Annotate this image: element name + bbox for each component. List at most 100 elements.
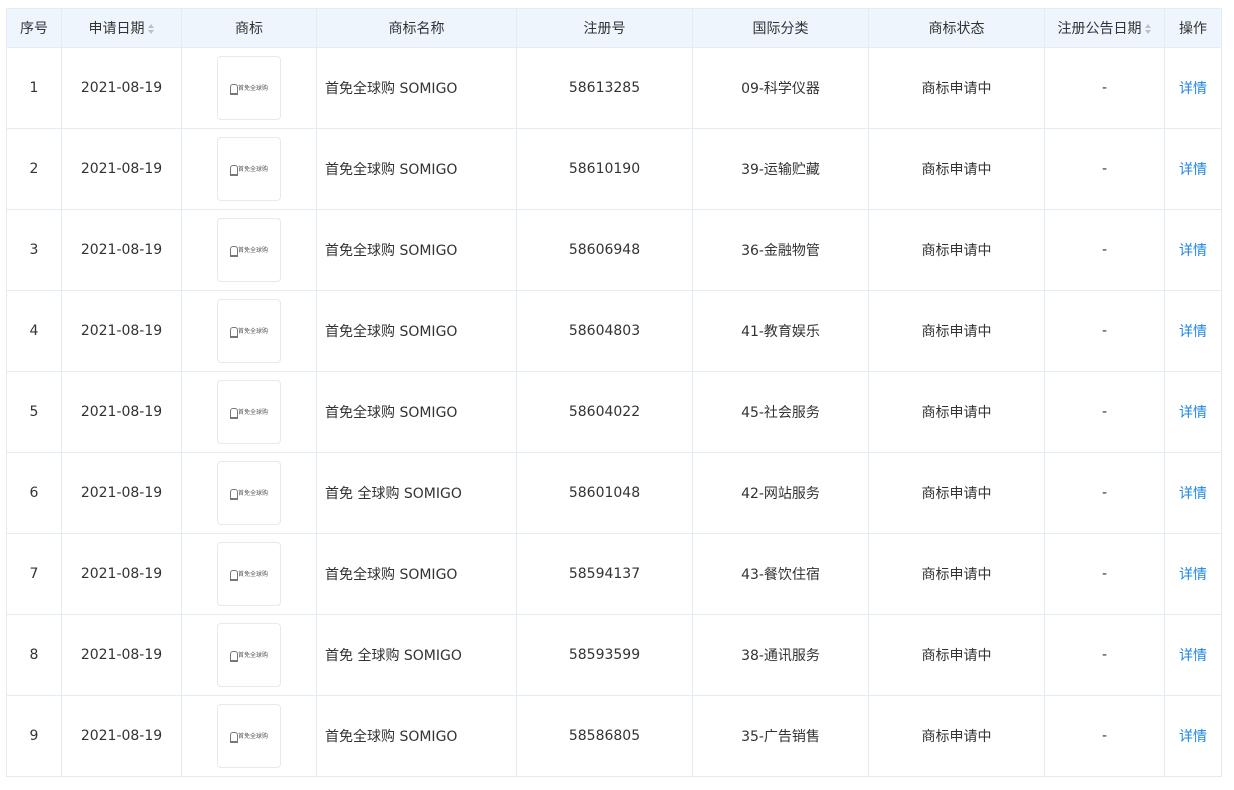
header-action-label: 操作 <box>1179 21 1207 37</box>
cell-intl-class: 36-金融物管 <box>692 209 869 291</box>
trademark-logo-image[interactable]: 首免全球购 <box>217 704 281 768</box>
header-name: 商标名称 <box>316 8 517 48</box>
cell-pub-date: - <box>1044 614 1165 696</box>
cell-index: 3 <box>6 209 62 291</box>
logo-mark-icon <box>230 165 238 176</box>
cell-action: 详情 <box>1164 128 1222 210</box>
row-pub-date: - <box>1101 323 1108 339</box>
detail-link[interactable]: 详情 <box>1179 324 1207 340</box>
row-reg-no: 58610190 <box>568 161 641 177</box>
cell-index: 9 <box>6 695 62 777</box>
logo-mark-icon <box>230 732 238 743</box>
cell-index: 1 <box>6 47 62 129</box>
cell-pub-date: - <box>1044 290 1165 372</box>
header-reg-no: 注册号 <box>516 8 693 48</box>
table-row: 3 2021-08-19 首免全球购 首免全球购 SOMIGO 58606948… <box>6 209 1222 291</box>
cell-index: 5 <box>6 371 62 453</box>
trademark-logo-image[interactable]: 首免全球购 <box>217 461 281 525</box>
detail-link[interactable]: 详情 <box>1179 648 1207 664</box>
row-status: 商标申请中 <box>921 405 992 421</box>
cell-status: 商标申请中 <box>868 695 1045 777</box>
logo-mark-icon <box>230 489 238 500</box>
cell-status: 商标申请中 <box>868 371 1045 453</box>
cell-action: 详情 <box>1164 695 1222 777</box>
detail-link[interactable]: 详情 <box>1179 81 1207 97</box>
cell-trademark: 首免全球购 <box>181 209 317 291</box>
sort-caret-icon[interactable] <box>1144 23 1152 35</box>
logo-text: 首免全球购 <box>238 247 269 254</box>
trademark-logo-image[interactable]: 首免全球购 <box>217 218 281 282</box>
cell-name: 首免全球购 SOMIGO <box>316 47 517 129</box>
row-status: 商标申请中 <box>921 729 992 745</box>
row-reg-no: 58613285 <box>568 80 641 96</box>
cell-name: 首免全球购 SOMIGO <box>316 290 517 372</box>
logo-text: 首免全球购 <box>238 490 269 497</box>
row-pub-date: - <box>1101 647 1108 663</box>
cell-trademark: 首免全球购 <box>181 452 317 534</box>
detail-link[interactable]: 详情 <box>1179 405 1207 421</box>
cell-index: 8 <box>6 614 62 696</box>
row-pub-date: - <box>1101 404 1108 420</box>
detail-link[interactable]: 详情 <box>1179 729 1207 745</box>
row-intl-class: 39-运输贮藏 <box>741 162 820 178</box>
cell-action: 详情 <box>1164 290 1222 372</box>
cell-name: 首免全球购 SOMIGO <box>316 371 517 453</box>
row-name: 首免全球购 SOMIGO <box>325 324 458 340</box>
row-pub-date: - <box>1101 728 1108 744</box>
row-apply-date: 2021-08-19 <box>80 566 163 582</box>
header-pub-date[interactable]: 注册公告日期 <box>1044 8 1165 48</box>
row-name: 首免全球购 SOMIGO <box>325 243 458 259</box>
trademark-logo-image[interactable]: 首免全球购 <box>217 137 281 201</box>
header-trademark: 商标 <box>181 8 317 48</box>
cell-apply-date: 2021-08-19 <box>61 533 182 615</box>
cell-trademark: 首免全球购 <box>181 290 317 372</box>
trademark-logo-image[interactable]: 首免全球购 <box>217 299 281 363</box>
trademark-table-container: 序号 申请日期 商标 商标名称 注册号 国际分类 商标状态 注册公告日期 操作 … <box>6 8 1222 777</box>
row-index: 6 <box>29 485 39 501</box>
trademark-logo-image[interactable]: 首免全球购 <box>217 542 281 606</box>
row-intl-class: 09-科学仪器 <box>741 81 820 97</box>
detail-link[interactable]: 详情 <box>1179 243 1207 259</box>
cell-pub-date: - <box>1044 47 1165 129</box>
table-row: 6 2021-08-19 首免全球购 首免 全球购 SOMIGO 5860104… <box>6 452 1222 534</box>
sort-caret-icon[interactable] <box>147 23 155 35</box>
row-status: 商标申请中 <box>921 162 992 178</box>
cell-action: 详情 <box>1164 452 1222 534</box>
logo-text: 首免全球购 <box>238 733 269 740</box>
header-apply-date[interactable]: 申请日期 <box>61 8 182 48</box>
row-pub-date: - <box>1101 242 1108 258</box>
detail-link[interactable]: 详情 <box>1179 567 1207 583</box>
header-intl-class: 国际分类 <box>692 8 869 48</box>
row-status: 商标申请中 <box>921 324 992 340</box>
cell-status: 商标申请中 <box>868 452 1045 534</box>
table-row: 9 2021-08-19 首免全球购 首免全球购 SOMIGO 58586805… <box>6 695 1222 777</box>
row-name: 首免 全球购 SOMIGO <box>325 486 462 502</box>
row-status: 商标申请中 <box>921 648 992 664</box>
cell-index: 2 <box>6 128 62 210</box>
cell-index: 4 <box>6 290 62 372</box>
cell-intl-class: 43-餐饮住宿 <box>692 533 869 615</box>
row-reg-no: 58601048 <box>568 485 641 501</box>
trademark-logo-image[interactable]: 首免全球购 <box>217 56 281 120</box>
logo-mark-icon <box>230 84 238 95</box>
trademark-logo-image[interactable]: 首免全球购 <box>217 623 281 687</box>
header-status-label: 商标状态 <box>928 21 985 37</box>
cell-name: 首免全球购 SOMIGO <box>316 128 517 210</box>
cell-name: 首免 全球购 SOMIGO <box>316 452 517 534</box>
cell-name: 首免全球购 SOMIGO <box>316 695 517 777</box>
cell-action: 详情 <box>1164 614 1222 696</box>
trademark-logo-image[interactable]: 首免全球购 <box>217 380 281 444</box>
detail-link[interactable]: 详情 <box>1179 162 1207 178</box>
row-name: 首免全球购 SOMIGO <box>325 567 458 583</box>
row-intl-class: 41-教育娱乐 <box>741 324 820 340</box>
table-row: 8 2021-08-19 首免全球购 首免 全球购 SOMIGO 5859359… <box>6 614 1222 696</box>
cell-name: 首免全球购 SOMIGO <box>316 533 517 615</box>
header-index: 序号 <box>6 8 62 48</box>
detail-link[interactable]: 详情 <box>1179 486 1207 502</box>
row-pub-date: - <box>1101 566 1108 582</box>
cell-pub-date: - <box>1044 371 1165 453</box>
cell-reg-no: 58604803 <box>516 290 693 372</box>
table-row: 1 2021-08-19 首免全球购 首免全球购 SOMIGO 58613285… <box>6 47 1222 129</box>
cell-trademark: 首免全球购 <box>181 695 317 777</box>
row-pub-date: - <box>1101 80 1108 96</box>
